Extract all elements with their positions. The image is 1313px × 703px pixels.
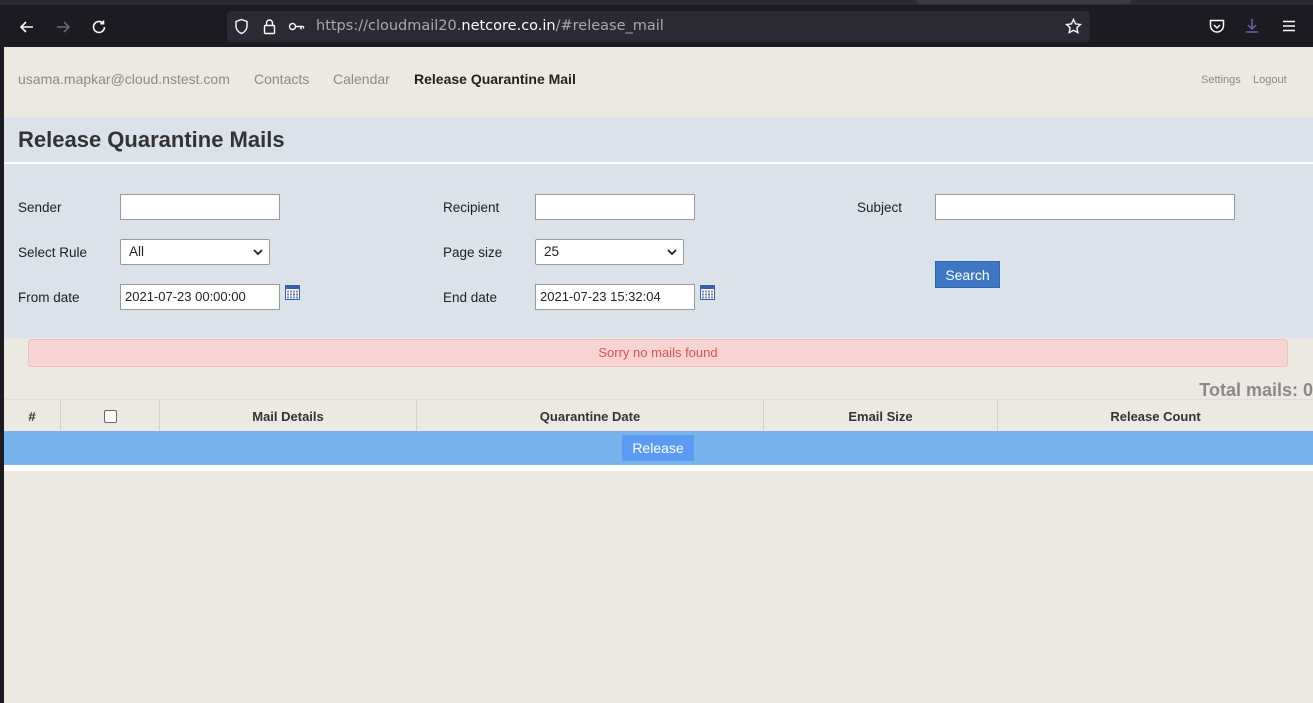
- release-action-bar: Release: [4, 431, 1313, 465]
- sender-input[interactable]: [120, 194, 280, 220]
- lock-icon[interactable]: [261, 18, 278, 35]
- page-size-label: Page size: [443, 245, 503, 260]
- from-date-input[interactable]: 2021-07-23 00:00:00: [120, 284, 280, 310]
- top-navigation: usama.mapkar@cloud.nstest.com Contacts C…: [4, 47, 1313, 117]
- key-icon[interactable]: [288, 18, 305, 35]
- url-text[interactable]: https://cloudmail20.netcore.co.in/#relea…: [316, 18, 664, 34]
- column-header-email-size[interactable]: Email Size: [764, 400, 998, 432]
- contacts-link[interactable]: Contacts: [254, 71, 309, 87]
- subject-label: Subject: [857, 200, 903, 215]
- shield-icon[interactable]: [233, 18, 250, 35]
- select-rule-value: All: [129, 244, 145, 259]
- menu-icon[interactable]: [1280, 17, 1298, 35]
- page-header: Release Quarantine Mails: [4, 117, 1313, 162]
- webmail-page: usama.mapkar@cloud.nstest.com Contacts C…: [4, 47, 1313, 703]
- back-icon[interactable]: [14, 14, 40, 40]
- address-bar[interactable]: https://cloudmail20.netcore.co.in/#relea…: [227, 11, 1090, 42]
- release-quarantine-link[interactable]: Release Quarantine Mail: [414, 71, 576, 87]
- end-date-label: End date: [443, 290, 498, 305]
- select-all-checkbox[interactable]: [103, 409, 117, 423]
- mail-table-header: # Mail Details Quarantine Date Email Siz…: [4, 399, 1313, 432]
- calendar-link[interactable]: Calendar: [333, 71, 390, 87]
- end-date-input[interactable]: 2021-07-23 15:32:04: [535, 284, 695, 310]
- sender-label: Sender: [18, 200, 62, 215]
- page-size-value: 25: [544, 244, 560, 259]
- filter-panel: Sender Recipient Subject Select Rule All…: [4, 164, 1313, 338]
- search-button[interactable]: Search: [935, 261, 1000, 288]
- no-mails-alert: Sorry no mails found: [28, 339, 1288, 367]
- subject-input[interactable]: [935, 194, 1235, 220]
- download-icon[interactable]: [1243, 17, 1261, 35]
- table-bottom-divider: [4, 465, 1313, 471]
- bookmark-star-icon[interactable]: [1065, 18, 1082, 35]
- pocket-icon[interactable]: [1208, 17, 1226, 35]
- column-header-index: #: [4, 400, 61, 432]
- select-rule-dropdown[interactable]: All: [120, 239, 270, 265]
- total-mails-count: Total mails: 0: [1199, 380, 1313, 400]
- select-rule-label: Select Rule: [18, 245, 88, 260]
- column-header-select-all: [61, 400, 160, 432]
- column-header-quarantine-date[interactable]: Quarantine Date: [417, 400, 764, 432]
- reload-icon[interactable]: [86, 14, 112, 40]
- chevron-down-icon: [667, 249, 677, 256]
- settings-link[interactable]: Settings: [1201, 74, 1241, 86]
- user-account-link[interactable]: usama.mapkar@cloud.nstest.com: [18, 71, 230, 87]
- active-tab-edge[interactable]: [916, 0, 1131, 4]
- page-size-dropdown[interactable]: 25: [535, 239, 684, 265]
- forward-icon[interactable]: [50, 14, 76, 40]
- logout-link[interactable]: Logout: [1253, 74, 1287, 86]
- browser-toolbar: https://cloudmail20.netcore.co.in/#relea…: [0, 0, 1313, 47]
- calendar-icon[interactable]: [285, 285, 300, 300]
- recipient-input[interactable]: [535, 194, 695, 220]
- recipient-label: Recipient: [443, 200, 500, 215]
- column-header-release-count[interactable]: Release Count: [998, 400, 1313, 432]
- chevron-down-icon: [253, 249, 263, 256]
- calendar-icon[interactable]: [700, 285, 715, 300]
- column-header-mail-details[interactable]: Mail Details: [160, 400, 417, 432]
- release-button[interactable]: Release: [622, 435, 694, 461]
- page-title: Release Quarantine Mails: [18, 127, 285, 152]
- from-date-label: From date: [18, 290, 80, 305]
